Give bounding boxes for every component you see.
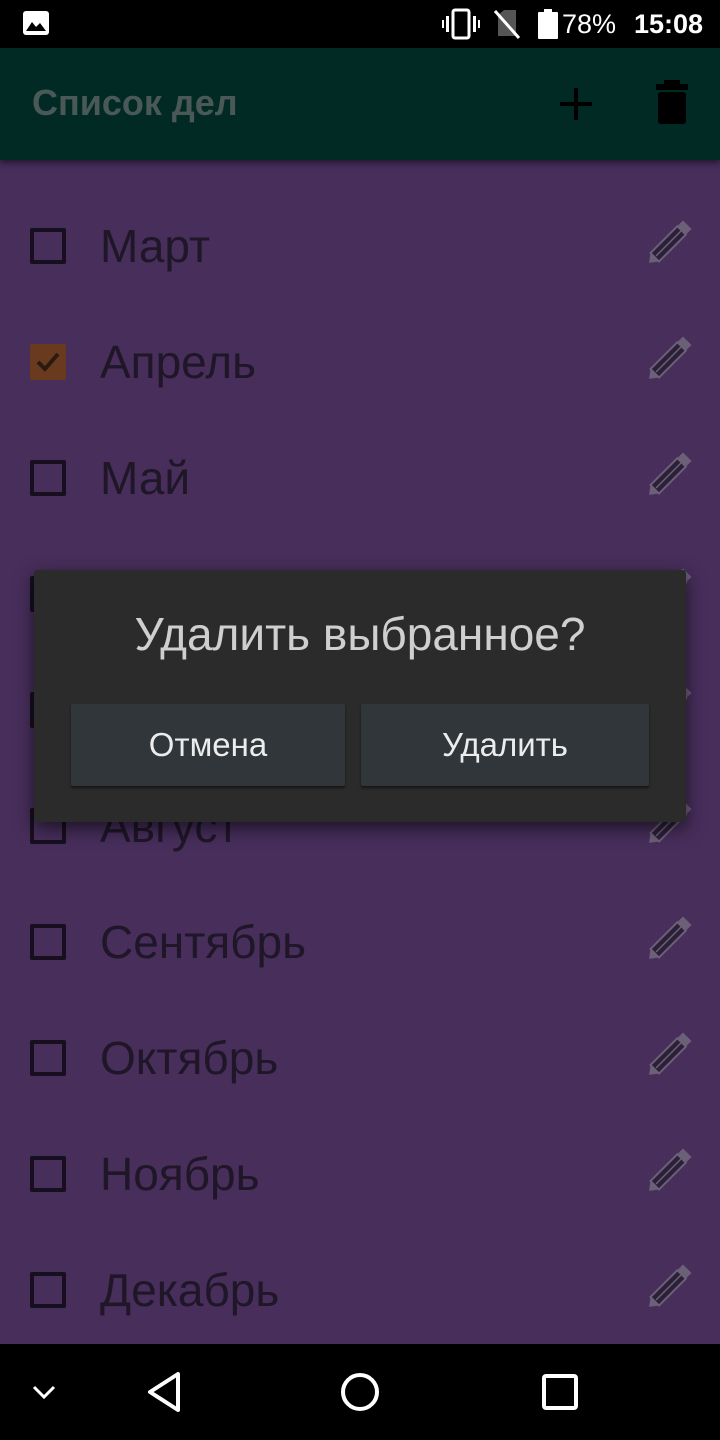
item-checkbox[interactable] (30, 1156, 66, 1192)
edit-pencil-icon[interactable] (640, 906, 702, 968)
app-bar: Список дел (0, 48, 720, 160)
edit-pencil-icon[interactable] (640, 326, 702, 388)
confirm-delete-dialog: Удалить выбранное? Отмена Удалить (34, 570, 686, 822)
clock: 15:08 (634, 9, 704, 39)
edit-pencil-icon[interactable] (640, 210, 702, 272)
back-icon[interactable] (144, 1368, 184, 1416)
list-item[interactable]: Май (0, 402, 720, 518)
dialog-title: Удалить выбранное? (134, 608, 586, 660)
list-item[interactable]: Декабрь (0, 1214, 720, 1330)
home-icon[interactable] (338, 1370, 382, 1414)
status-bar: 78% 15:08 (0, 0, 720, 48)
item-checkbox[interactable] (30, 924, 66, 960)
recents-icon[interactable] (540, 1372, 580, 1412)
item-checkbox[interactable] (30, 344, 66, 380)
collapse-icon[interactable] (28, 1376, 60, 1408)
battery-icon (538, 9, 558, 39)
app-title: Список дел (32, 82, 238, 123)
item-label: Декабрь (100, 1264, 280, 1316)
item-label: Сентябрь (100, 916, 307, 968)
navigation-bar (0, 1344, 720, 1440)
item-checkbox[interactable] (30, 1040, 66, 1076)
delete-confirm-button[interactable]: Удалить (361, 704, 649, 786)
gallery-icon (23, 11, 49, 35)
item-checkbox[interactable] (30, 1272, 66, 1308)
edit-pencil-icon[interactable] (640, 442, 702, 504)
delete-icon[interactable] (646, 76, 698, 128)
check-icon (36, 352, 60, 372)
cancel-button[interactable]: Отмена (71, 704, 345, 786)
item-checkbox[interactable] (30, 228, 66, 264)
item-label: Ноябрь (100, 1148, 260, 1200)
list-item[interactable]: Октябрь (0, 982, 720, 1098)
item-label: Май (100, 452, 191, 504)
vibrate-icon (442, 8, 480, 40)
list-item[interactable]: Апрель (0, 286, 720, 402)
item-checkbox[interactable] (30, 460, 66, 496)
item-label: Апрель (100, 336, 257, 388)
item-label: Октябрь (100, 1032, 279, 1084)
list-item[interactable]: Март (0, 170, 720, 286)
battery-percent: 78% (562, 9, 617, 39)
no-sim-icon (494, 10, 520, 39)
edit-pencil-icon[interactable] (640, 1138, 702, 1200)
edit-pencil-icon[interactable] (640, 1254, 702, 1316)
add-icon[interactable] (552, 80, 600, 128)
list-item[interactable]: Сентябрь (0, 866, 720, 982)
item-label: Март (100, 220, 211, 272)
edit-pencil-icon[interactable] (640, 1022, 702, 1084)
list-item[interactable]: Ноябрь (0, 1098, 720, 1214)
